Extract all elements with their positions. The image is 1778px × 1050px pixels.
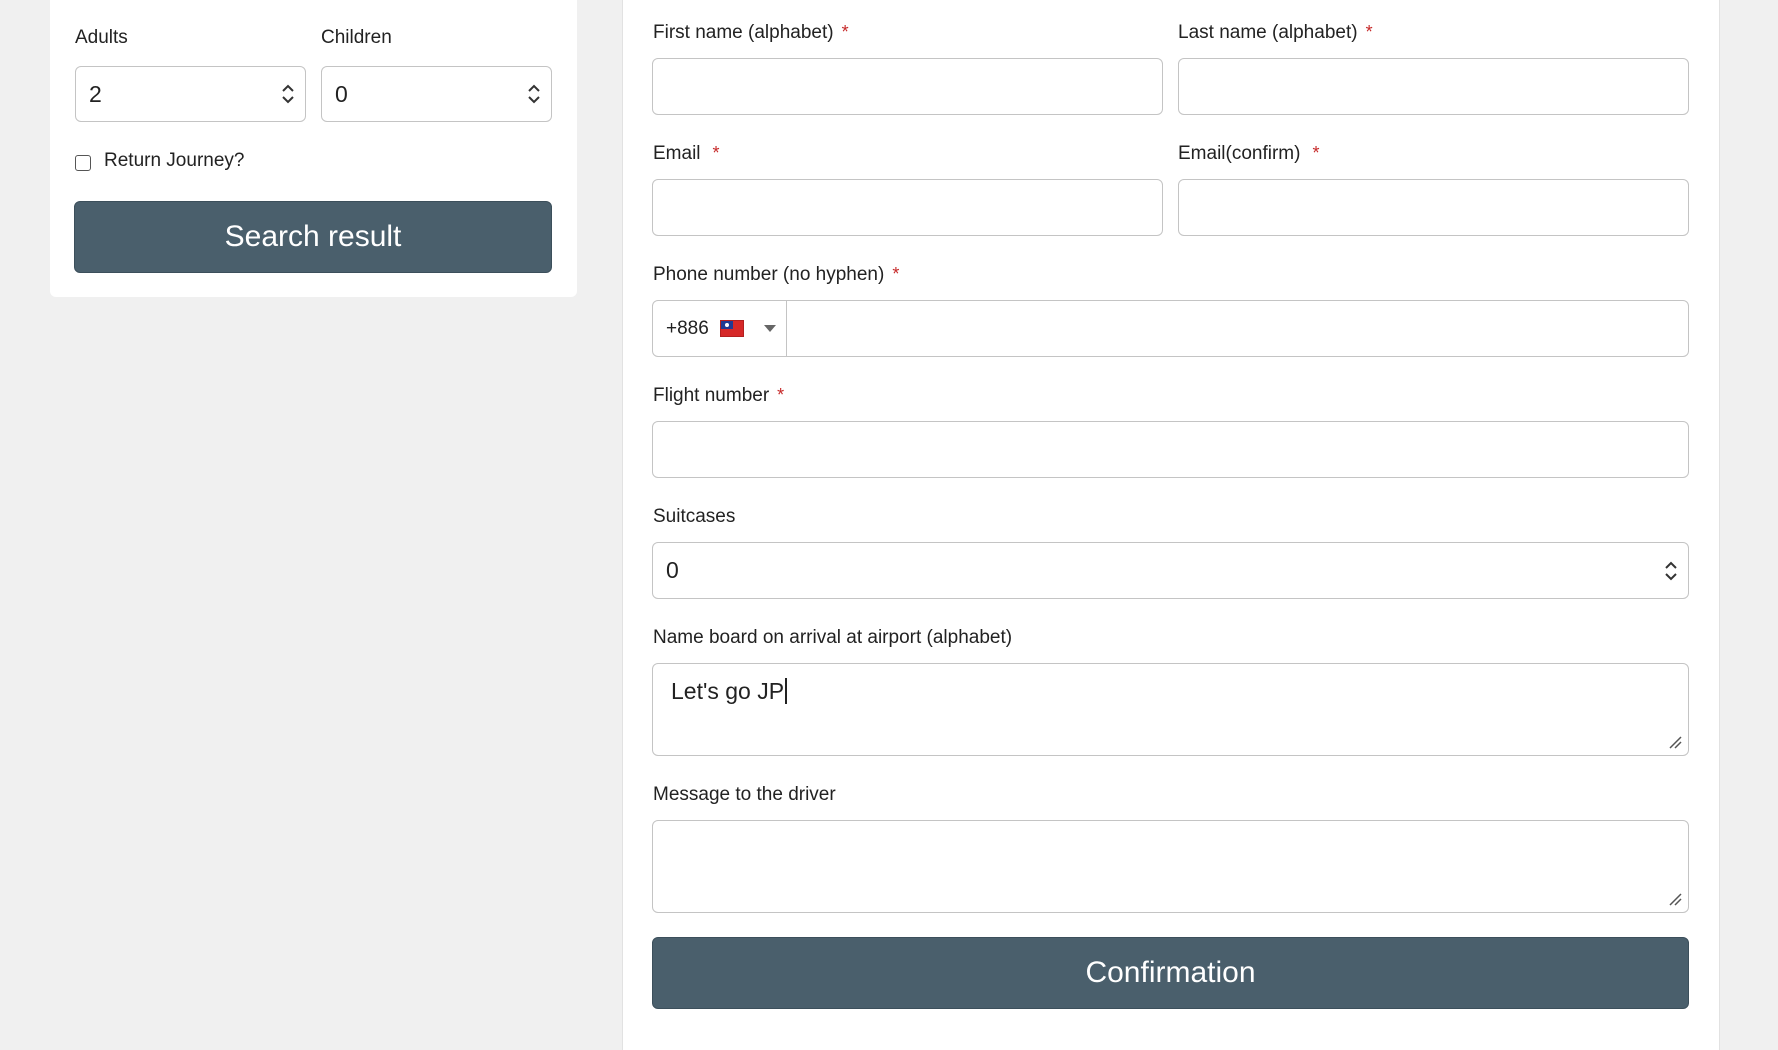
confirmation-button[interactable]: Confirmation [652, 937, 1689, 1009]
email-confirm-label: Email(confirm) * [1178, 143, 1320, 164]
suitcases-value: 0 [666, 557, 679, 583]
search-result-label: Search result [224, 220, 402, 253]
required-mark: * [841, 22, 849, 42]
name-board-textarea[interactable]: Let's go JP [652, 663, 1689, 756]
message-label: Message to the driver [653, 784, 836, 805]
flight-number-label: Flight number * [653, 385, 785, 406]
stepper-icon [528, 84, 540, 104]
required-mark: * [1312, 143, 1320, 163]
phone-label: Phone number (no hyphen) * [653, 264, 900, 285]
adults-value: 2 [89, 80, 102, 107]
required-mark: * [892, 264, 900, 284]
phone-input[interactable]: +886 [652, 300, 1689, 357]
suitcases-label: Suitcases [653, 506, 736, 527]
country-code: +886 [666, 317, 709, 339]
chevron-down-icon [763, 325, 776, 332]
required-mark: * [1365, 22, 1373, 42]
adults-select[interactable]: 2 [75, 66, 306, 122]
flight-number-input[interactable] [652, 421, 1689, 478]
resize-handle-icon[interactable] [1668, 892, 1682, 906]
last-name-input[interactable] [1178, 58, 1689, 115]
stepper-icon [282, 84, 294, 104]
confirmation-label: Confirmation [1085, 956, 1256, 989]
email-input[interactable] [652, 179, 1163, 236]
taiwan-flag-icon [719, 320, 744, 337]
last-name-label: Last name (alphabet) * [1178, 22, 1373, 43]
adults-label: Adults [75, 27, 128, 48]
suitcases-select[interactable]: 0 [652, 542, 1689, 599]
children-select[interactable]: 0 [321, 66, 552, 122]
email-confirm-input[interactable] [1178, 179, 1689, 236]
search-result-button[interactable]: Search result [74, 201, 552, 273]
name-board-value: Let's go JP [671, 678, 785, 704]
children-value: 0 [335, 80, 348, 107]
name-board-label: Name board on arrival at airport (alphab… [653, 627, 1013, 648]
email-label: Email * [653, 143, 720, 164]
required-mark: * [712, 143, 720, 163]
children-label: Children [321, 27, 392, 48]
first-name-input[interactable] [652, 58, 1163, 115]
required-mark: * [777, 385, 785, 405]
return-journey-label: Return Journey? [104, 150, 245, 171]
resize-handle-icon[interactable] [1668, 735, 1682, 749]
stepper-icon [1665, 561, 1677, 580]
text-caret [785, 678, 788, 704]
message-textarea[interactable] [652, 820, 1689, 913]
return-journey-checkbox[interactable] [75, 155, 91, 171]
first-name-label: First name (alphabet) * [653, 22, 849, 43]
country-code-select[interactable]: +886 [653, 301, 787, 356]
